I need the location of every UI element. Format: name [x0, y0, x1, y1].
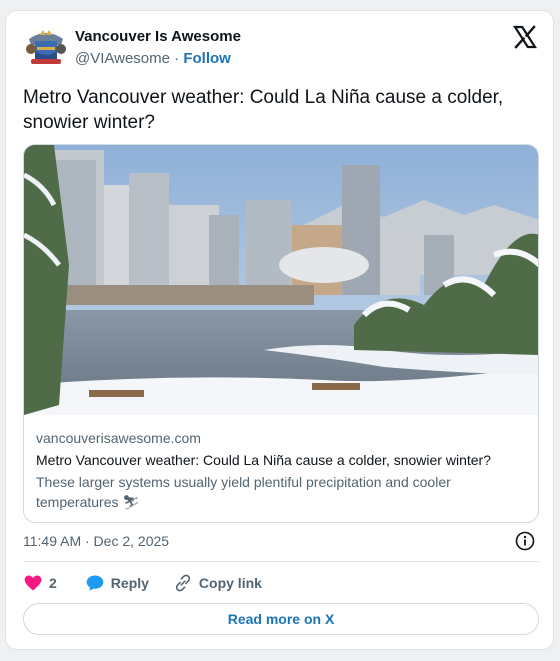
reply-bubble-icon — [86, 575, 104, 591]
like-button[interactable]: 2 — [23, 573, 57, 593]
follow-button[interactable]: Follow — [183, 50, 231, 67]
read-more-button[interactable]: Read more on X — [23, 603, 539, 635]
action-bar: 2 Reply Copy link — [23, 572, 262, 594]
author-handle[interactable]: @VIAwesome — [75, 50, 170, 67]
link-preview-card[interactable]: vancouverisawesome.com Metro Vancouver w… — [23, 144, 539, 523]
reply-button[interactable]: Reply — [85, 573, 149, 593]
tweet-card: Vancouver Is Awesome @VIAwesome · Follow… — [5, 10, 554, 650]
author-handle-line: @VIAwesome · Follow — [75, 50, 231, 67]
tweet-timestamp[interactable]: 11:49 AM · Dec 2, 2025 — [23, 533, 169, 549]
link-domain: vancouverisawesome.com — [36, 430, 201, 446]
reply-label: Reply — [110, 575, 149, 591]
divider — [23, 561, 539, 562]
link-description: These larger systems usually yield plent… — [36, 472, 526, 512]
copy-link-label: Copy link — [198, 575, 262, 591]
link-preview-image — [24, 145, 538, 415]
skier-emoji-icon: ⛷ — [122, 494, 141, 510]
author-name[interactable]: Vancouver Is Awesome — [75, 28, 241, 45]
tweet-text: Metro Vancouver weather: Could La Niña c… — [23, 87, 504, 133]
copy-link-button[interactable]: Copy link — [173, 573, 262, 593]
separator-dot: · — [174, 50, 180, 67]
vancouver-crest-avatar[interactable] — [23, 25, 69, 71]
link-description-text: These larger systems usually yield plent… — [36, 474, 451, 510]
like-count: 2 — [49, 575, 57, 591]
info-icon[interactable] — [515, 531, 535, 551]
link-title: Metro Vancouver weather: Could La Niña c… — [36, 452, 491, 468]
heart-icon — [24, 575, 42, 591]
link-chain-icon — [175, 574, 191, 592]
x-logo-icon[interactable] — [513, 25, 537, 49]
